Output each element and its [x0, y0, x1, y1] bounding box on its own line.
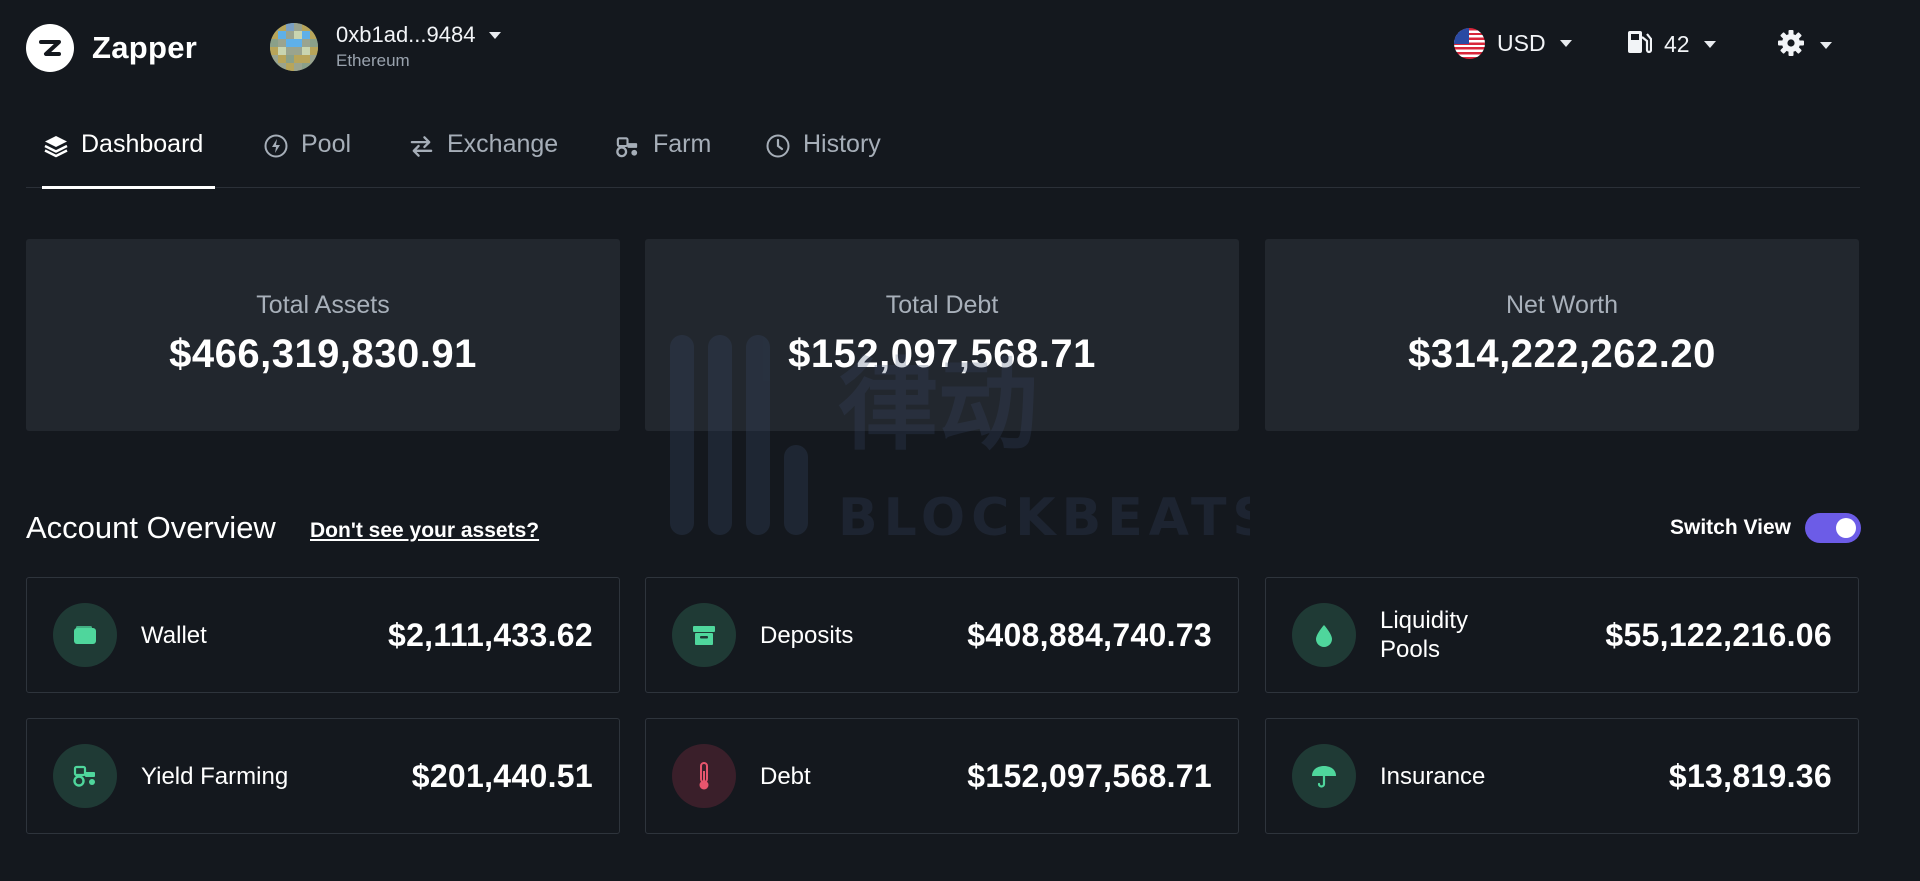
brand[interactable]: Zapper: [26, 24, 197, 72]
asset-label: Debt: [760, 762, 811, 790]
yield-farming-card[interactable]: Yield Farming $201,440.51: [26, 718, 620, 834]
tab-exchange[interactable]: Exchange: [408, 130, 558, 188]
summary-value: $466,319,830.91: [169, 332, 477, 376]
wallet-address: 0xb1ad...9484: [336, 22, 502, 48]
us-flag-icon: [1454, 28, 1485, 59]
asset-label: Wallet: [141, 621, 207, 649]
archive-box-icon: [672, 603, 736, 667]
svg-text:BLOCKBEATS: BLOCKBEATS: [838, 488, 1250, 545]
gas-pump-icon: [1626, 28, 1653, 61]
total-debt-card: Total Debt $152,097,568.71: [645, 239, 1239, 431]
currency-selector[interactable]: USD: [1454, 28, 1572, 59]
top-bar: Zapper 0xb1ad...9484 Ethereum USD 42: [0, 0, 1920, 96]
tab-dashboard[interactable]: Dashboard: [42, 130, 216, 189]
droplet-icon: [1292, 603, 1356, 667]
tab-label: Dashboard: [81, 130, 204, 158]
summary-value: $152,097,568.71: [788, 332, 1096, 376]
tab-label: Exchange: [447, 130, 559, 158]
summary-value: $314,222,262.20: [1408, 332, 1716, 376]
clock-icon: [764, 132, 791, 159]
wallet-icon: [53, 603, 117, 667]
avatar: [270, 22, 318, 71]
debt-card[interactable]: Debt $152,097,568.71: [645, 718, 1239, 834]
summary-title: Total Debt: [885, 291, 999, 319]
tractor-icon: [614, 132, 641, 159]
tab-label: History: [803, 130, 881, 158]
net-worth-card: Net Worth $314,222,262.20: [1265, 239, 1859, 431]
chevron-down-icon: [1559, 40, 1572, 47]
wallet-card[interactable]: Wallet $2,111,433.62: [26, 577, 620, 693]
missing-assets-link[interactable]: Don't see your assets?: [310, 519, 539, 543]
asset-value: $201,440.51: [411, 757, 593, 794]
brand-name: Zapper: [92, 30, 198, 65]
account-overview-heading: Account Overview: [26, 510, 276, 545]
chevron-down-icon: [489, 31, 502, 39]
asset-label: Deposits: [760, 621, 854, 649]
thermometer-icon: [672, 744, 736, 808]
main-tabs: Dashboard Pool Exchange Farm History: [26, 118, 1860, 189]
chevron-down-icon: [1703, 41, 1716, 48]
settings-menu[interactable]: [1776, 28, 1832, 63]
summary-title: Net Worth: [1505, 291, 1619, 319]
tab-pool[interactable]: Pool: [262, 130, 351, 188]
asset-value: $55,122,216.06: [1605, 616, 1832, 653]
tab-label: Pool: [301, 130, 352, 158]
insurance-card[interactable]: Insurance $13,819.36: [1265, 718, 1859, 834]
asset-label: Insurance: [1380, 762, 1486, 790]
tab-farm[interactable]: Farm: [614, 130, 711, 188]
switch-view-toggle[interactable]: [1805, 513, 1861, 543]
tractor-icon: [53, 744, 117, 808]
bolt-icon: [262, 132, 289, 159]
toggle-knob: [1836, 518, 1856, 538]
switch-view-control[interactable]: Switch View: [1670, 513, 1861, 543]
asset-value: $408,884,740.73: [967, 616, 1212, 653]
total-assets-card: Total Assets $466,319,830.91: [26, 239, 620, 431]
gas-price-label: 42: [1664, 31, 1690, 57]
asset-label: Liquidity Pools: [1380, 607, 1469, 663]
asset-value: $13,819.36: [1668, 757, 1832, 794]
gear-icon: [1776, 28, 1806, 63]
swap-arrows-icon: [408, 132, 435, 159]
deposits-card[interactable]: Deposits $408,884,740.73: [645, 577, 1239, 693]
summary-title: Total Assets: [256, 291, 390, 319]
wallet-selector[interactable]: 0xb1ad...9484 Ethereum: [270, 22, 502, 71]
wallet-address-text: 0xb1ad...9484: [336, 22, 476, 47]
asset-value: $152,097,568.71: [967, 757, 1212, 794]
switch-view-label: Switch View: [1670, 516, 1791, 539]
asset-value: $2,111,433.62: [387, 616, 593, 653]
tab-label: Farm: [653, 130, 712, 158]
layers-icon: [42, 132, 69, 159]
liquidity-pools-card[interactable]: Liquidity Pools $55,122,216.06: [1265, 577, 1859, 693]
zapper-logo-icon: [26, 24, 74, 72]
umbrella-icon: [1292, 744, 1356, 808]
chevron-down-icon: [1820, 42, 1832, 49]
gas-price-selector[interactable]: 42: [1626, 28, 1716, 61]
currency-label: USD: [1497, 30, 1546, 56]
wallet-info: 0xb1ad...9484 Ethereum: [336, 22, 502, 71]
asset-label: Yield Farming: [141, 762, 289, 790]
wallet-network: Ethereum: [336, 51, 410, 70]
tab-history[interactable]: History: [764, 130, 881, 188]
